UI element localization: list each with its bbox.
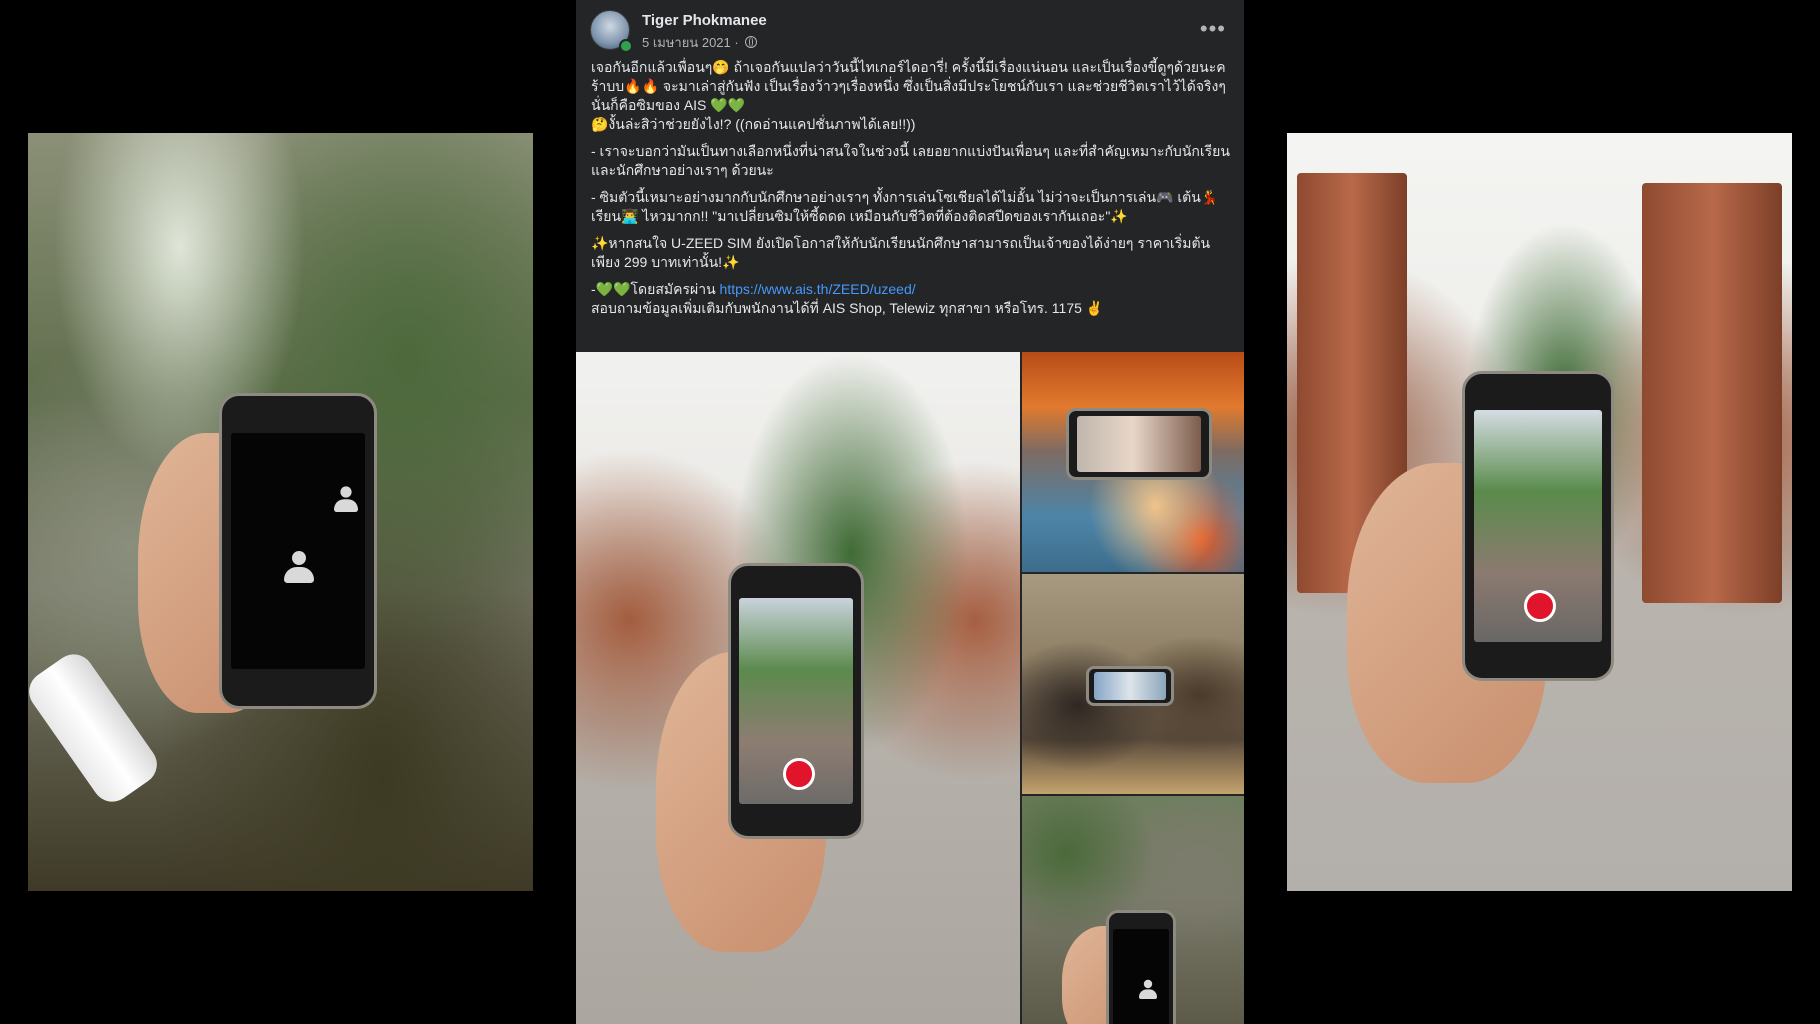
phone-recording [1462,371,1614,681]
phone-landscape [1066,408,1212,480]
signup-prefix: -💚💚โดยสมัครผ่าน [591,281,720,297]
person-icon [1138,979,1157,1000]
collage: Tiger Phokmanee 5 เมษายน 2021 · ••• เจอก… [0,0,1820,1024]
photo-brick-gate-recording[interactable] [576,352,1020,1024]
right-photo-brick-gate-recording [1287,133,1792,891]
brick-pillar [1642,183,1782,603]
online-status-icon [619,39,633,53]
video-call-screen [1112,929,1170,1024]
post-paragraph: - เราจะบอกว่ามันเป็นทางเลือกหนึ่งที่น่าส… [591,143,1230,178]
camera-screen [738,598,854,804]
record-button [1523,590,1556,623]
photo-friends-watching-phone[interactable] [1022,574,1244,794]
person-icon [334,486,359,514]
phone-screen-video [1077,416,1201,472]
photo-grid [576,352,1244,1024]
photo-waterfall-video-call[interactable] [1022,796,1244,1024]
post-paragraph: 🤔งั้นล่ะสิว่าช่วยยังไง!? ((กดอ่านแคปชั่น… [591,116,916,132]
phone-screen-video [1093,672,1167,700]
phone-video-call [1106,910,1176,1024]
photo-phone-over-food[interactable] [1022,352,1244,572]
phone-recording [728,563,864,839]
record-button [782,758,815,791]
facebook-post: Tiger Phokmanee 5 เมษายน 2021 · ••• เจอก… [576,0,1244,1024]
post-header: Tiger Phokmanee 5 เมษายน 2021 · ••• [590,10,1230,53]
phone-landscape [1086,666,1174,706]
post-paragraph: ✨หากสนใจ U-ZEED SIM ยังเปิดโอกาสให้กับนั… [591,235,1211,270]
post-paragraph: เจอกันอีกแล้วเพื่อนๆ🤭 ถ้าเจอกันแปลว่าวัน… [591,59,1226,113]
post-meta: 5 เมษายน 2021 · [642,32,758,53]
post-date[interactable]: 5 เมษายน 2021 [642,35,731,50]
signup-line: -💚💚โดยสมัครผ่าน https://www.ais.th/ZEED/… [591,280,1230,299]
post-text: เจอกันอีกแล้วเพื่อนๆ🤭 ถ้าเจอกันแปลว่าวัน… [591,58,1230,326]
person-icon [284,551,315,585]
camera-screen [1473,410,1603,642]
contact-line: สอบถามข้อมูลเพิ่มเติมกับพนักงานได้ที่ AI… [591,300,1104,316]
signup-link[interactable]: https://www.ais.th/ZEED/uzeed/ [720,281,916,297]
wristwatch [28,646,165,810]
author-name[interactable]: Tiger Phokmanee [642,12,767,29]
more-options-icon[interactable]: ••• [1200,16,1226,42]
left-photo-waterfall-video-call [28,133,533,891]
post-paragraph: - ซิมตัวนี้เหมาะอย่างมากกับนักศึกษาอย่าง… [591,189,1219,224]
globe-icon [745,36,758,48]
video-call-screen [231,433,365,669]
phone-video-call [219,393,377,709]
